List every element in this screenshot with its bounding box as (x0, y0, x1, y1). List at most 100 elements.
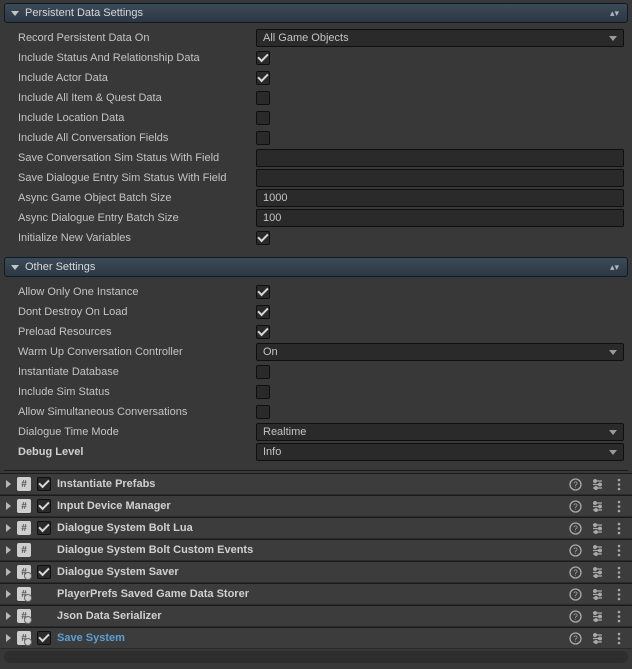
checkbox-inst-db[interactable] (256, 365, 270, 379)
label-one-instance: Allow Only One Instance (8, 286, 256, 298)
component-header[interactable]: #PlayerPrefs Saved Game Data Storer? (0, 583, 632, 605)
help-icon[interactable]: ? (568, 631, 582, 645)
dropdown-record-on[interactable]: All Game Objects (256, 29, 624, 47)
label-time-mode: Dialogue Time Mode (8, 426, 256, 438)
help-icon[interactable]: ? (568, 543, 582, 557)
label-inc-item-quest: Include All Item & Quest Data (8, 92, 256, 104)
checkbox-inc-conv-fields[interactable] (256, 131, 270, 145)
help-icon[interactable]: ? (568, 565, 582, 579)
component-header[interactable]: #Dialogue System Bolt Custom Events? (0, 539, 632, 561)
help-icon[interactable]: ? (568, 477, 582, 491)
component-enable-checkbox[interactable] (37, 565, 51, 579)
kebab-menu-icon[interactable] (612, 543, 626, 557)
label-inst-db: Instantiate Database (8, 366, 256, 378)
label-record-on: Record Persistent Data On (8, 32, 256, 44)
chevron-right-icon[interactable] (6, 634, 11, 642)
kebab-menu-icon[interactable] (612, 521, 626, 535)
component-header[interactable]: #Dialogue System Saver? (0, 561, 632, 583)
input-save-de-sim[interactable] (256, 169, 624, 187)
component-enable-checkbox[interactable] (37, 521, 51, 535)
component-header[interactable]: #Dialogue System Bolt Lua? (0, 517, 632, 539)
chevron-right-icon[interactable] (6, 502, 11, 510)
svg-text:?: ? (573, 590, 578, 599)
script-icon: # (17, 477, 31, 491)
chevron-right-icon[interactable] (6, 612, 11, 620)
svg-text:?: ? (573, 612, 578, 621)
dropdown-debug-level[interactable]: Info (256, 443, 624, 461)
svg-text:?: ? (573, 568, 578, 577)
section-options-icon[interactable]: ▴▾ (610, 264, 619, 270)
checkbox-init-new-vars[interactable] (256, 231, 270, 245)
checkbox-inc-actor[interactable] (256, 71, 270, 85)
component-enable-checkbox[interactable] (37, 477, 51, 491)
kebab-menu-icon[interactable] (612, 477, 626, 491)
label-inc-conv-fields: Include All Conversation Fields (8, 132, 256, 144)
kebab-menu-icon[interactable] (612, 499, 626, 513)
svg-text:?: ? (573, 634, 578, 643)
checkbox-inc-location[interactable] (256, 111, 270, 125)
help-icon[interactable]: ? (568, 499, 582, 513)
preset-icon[interactable] (590, 521, 604, 535)
label-debug-level: Debug Level (8, 446, 256, 458)
preset-icon[interactable] (590, 631, 604, 645)
component-header[interactable]: #Save System? (0, 627, 632, 649)
dropdown-warmup[interactable]: On (256, 343, 624, 361)
preset-icon[interactable] (590, 543, 604, 557)
checkbox-ddol[interactable] (256, 305, 270, 319)
component-enable-checkbox[interactable] (37, 499, 51, 513)
help-icon[interactable]: ? (568, 521, 582, 535)
label-allow-simul: Allow Simultaneous Conversations (8, 406, 256, 418)
dropdown-time-mode[interactable]: Realtime (256, 423, 624, 441)
component-header[interactable]: #Input Device Manager? (0, 495, 632, 517)
component-name: Dialogue System Bolt Custom Events (57, 544, 564, 556)
component-name: Save System (57, 632, 564, 644)
help-icon[interactable]: ? (568, 587, 582, 601)
component-header[interactable]: #Instantiate Prefabs? (0, 473, 632, 495)
input-async-go-batch[interactable]: 1000 (256, 189, 624, 207)
help-icon[interactable]: ? (568, 609, 582, 623)
input-async-de-batch[interactable]: 100 (256, 209, 624, 227)
section-header-persistent-data[interactable]: Persistent Data Settings ▴▾ (4, 3, 628, 23)
section-title: Other Settings (25, 261, 610, 273)
preset-icon[interactable] (590, 499, 604, 513)
preset-icon[interactable] (590, 477, 604, 491)
kebab-menu-icon[interactable] (612, 587, 626, 601)
chevron-right-icon[interactable] (6, 590, 11, 598)
kebab-menu-icon[interactable] (612, 565, 626, 579)
svg-text:?: ? (573, 502, 578, 511)
section-header-other-settings[interactable]: Other Settings ▴▾ (4, 257, 628, 277)
horizontal-scrollbar[interactable] (4, 651, 628, 663)
input-save-conv-sim[interactable] (256, 149, 624, 167)
label-inc-sim: Include Sim Status (8, 386, 256, 398)
checkbox-inc-sim[interactable] (256, 385, 270, 399)
preset-icon[interactable] (590, 587, 604, 601)
checkbox-one-instance[interactable] (256, 285, 270, 299)
chevron-down-icon (609, 430, 617, 435)
checkbox-inc-item-quest[interactable] (256, 91, 270, 105)
chevron-right-icon[interactable] (6, 546, 11, 554)
script-icon: # (17, 499, 31, 513)
checkbox-preload[interactable] (256, 325, 270, 339)
section-options-icon[interactable]: ▴▾ (610, 10, 619, 16)
svg-text:?: ? (573, 480, 578, 489)
divider (4, 470, 628, 471)
chevron-right-icon[interactable] (6, 568, 11, 576)
component-header[interactable]: #Json Data Serializer? (0, 605, 632, 627)
label-inc-status-rel: Include Status And Relationship Data (8, 52, 256, 64)
section-title: Persistent Data Settings (25, 7, 610, 19)
checkbox-allow-simul[interactable] (256, 405, 270, 419)
preset-icon[interactable] (590, 609, 604, 623)
kebab-menu-icon[interactable] (612, 631, 626, 645)
component-name: PlayerPrefs Saved Game Data Storer (57, 588, 564, 600)
component-enable-checkbox[interactable] (37, 631, 51, 645)
chevron-down-icon (609, 36, 617, 41)
dropdown-value: On (263, 346, 278, 358)
chevron-down-icon (609, 350, 617, 355)
chevron-right-icon[interactable] (6, 524, 11, 532)
kebab-menu-icon[interactable] (612, 609, 626, 623)
dropdown-value: Info (263, 446, 281, 458)
checkbox-inc-status-rel[interactable] (256, 51, 270, 65)
label-save-de-sim: Save Dialogue Entry Sim Status With Fiel… (8, 172, 256, 184)
preset-icon[interactable] (590, 565, 604, 579)
chevron-right-icon[interactable] (6, 480, 11, 488)
